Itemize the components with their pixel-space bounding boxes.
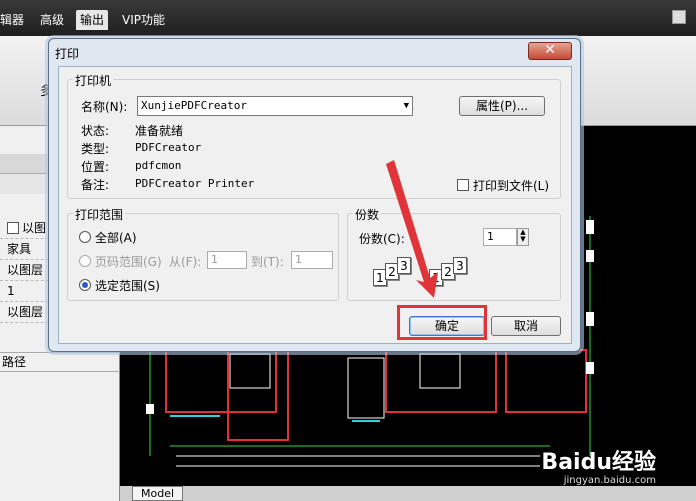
- edit-icon[interactable]: [672, 10, 686, 24]
- close-icon: ✕: [544, 42, 556, 58]
- printer-group-label: 打印机: [73, 72, 114, 89]
- range-all-radio[interactable]: [79, 231, 91, 243]
- chevron-down-icon: ▼: [403, 101, 409, 111]
- location-label: 位置:: [81, 160, 110, 174]
- tab-model[interactable]: Model: [132, 486, 184, 501]
- type-value: PDFCreator: [135, 141, 202, 154]
- dialog-title: 打印: [55, 47, 80, 61]
- status-label: 状态:: [81, 124, 110, 138]
- collate-page: 3: [453, 257, 467, 274]
- print-to-file-label[interactable]: 打印到文件(L): [473, 177, 549, 194]
- menu-editor[interactable]: 辑器: [0, 10, 24, 30]
- location-value: pdfcmon: [135, 159, 182, 172]
- print-dialog: 打印 ✕ 打印机 名称(N): XunjiePDFCreator ▼ 属性(P)…: [48, 38, 581, 352]
- range-to-input: 1: [291, 251, 333, 269]
- cancel-button[interactable]: 取消: [491, 316, 561, 336]
- status-value: 准备就绪: [135, 124, 184, 138]
- copies-spinner[interactable]: ▲ ▼: [517, 228, 529, 246]
- annotation-arrow: [386, 160, 438, 298]
- watermark-url: jingyan.baidu.com: [563, 475, 656, 486]
- range-selection-label[interactable]: 选定范围(S): [95, 277, 160, 294]
- range-pages-label: 页码范围(G): [95, 255, 162, 269]
- printer-name-label: 名称(N):: [81, 100, 128, 114]
- properties-button[interactable]: 属性(P)...: [459, 96, 545, 116]
- printer-name-value: XunjiePDFCreator: [141, 99, 247, 112]
- dialog-body: 打印机 名称(N): XunjiePDFCreator ▼ 属性(P)... 状…: [58, 66, 572, 344]
- layout-tab-bar: Model: [120, 486, 696, 501]
- range-from-label: 从(F):: [169, 255, 202, 269]
- panel-row-checkbox[interactable]: [7, 222, 19, 234]
- close-button[interactable]: ✕: [528, 42, 572, 60]
- type-label: 类型:: [81, 142, 110, 156]
- menu-bar: 辑器 高级 输出 VIP功能: [0, 0, 696, 36]
- range-all-label[interactable]: 全部(A): [95, 229, 137, 246]
- print-range-label: 打印范围: [73, 206, 126, 223]
- menu-advanced[interactable]: 高级: [40, 10, 64, 30]
- range-pages-radio: [79, 255, 91, 267]
- annotation-highlight-box: [397, 305, 487, 340]
- range-to-label: 到(T):: [251, 255, 284, 269]
- comment-label: 备注:: [81, 178, 110, 192]
- menu-vip[interactable]: VIP功能: [122, 10, 165, 30]
- copies-input[interactable]: 1: [483, 228, 517, 246]
- panel-row-label: 以图: [22, 221, 47, 235]
- copies-group-label: 份数: [353, 206, 382, 223]
- comment-value: PDFCreator Printer: [135, 177, 255, 190]
- baidu-watermark: Baidu经验: [541, 450, 656, 475]
- print-to-file-checkbox[interactable]: [457, 179, 469, 191]
- range-from-input: 1: [207, 251, 247, 269]
- menu-output[interactable]: 输出: [76, 10, 109, 30]
- arrow-shape: [386, 160, 438, 298]
- path-label: 路径: [0, 352, 120, 372]
- range-selection-radio[interactable]: [79, 279, 91, 291]
- printer-name-select[interactable]: XunjiePDFCreator ▼: [137, 96, 413, 116]
